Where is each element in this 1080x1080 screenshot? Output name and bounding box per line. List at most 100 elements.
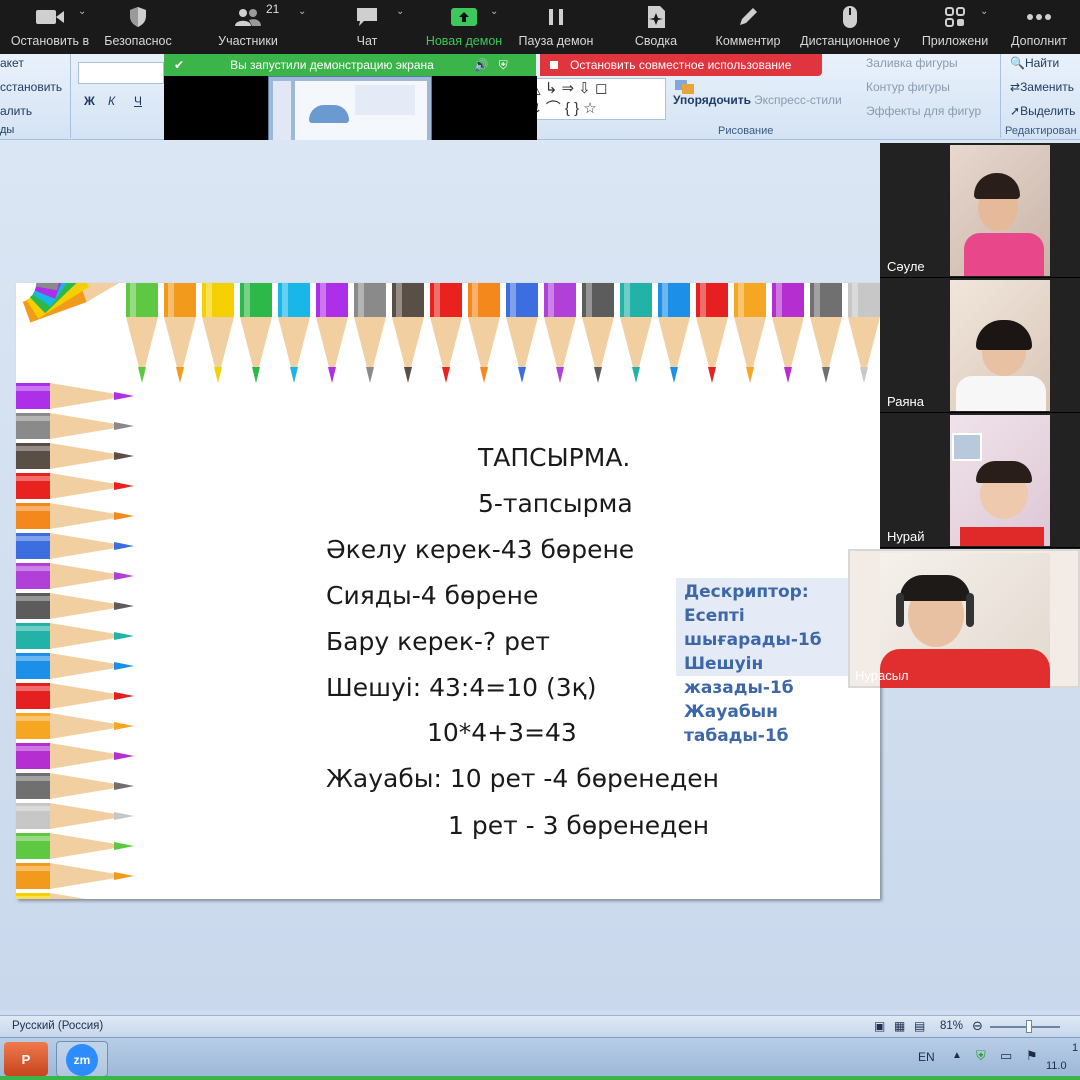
zoom-slider-thumb[interactable] bbox=[1026, 1020, 1032, 1033]
sharing-status-banner: ✔ Вы запустили демонстрацию экрана 🔊 ⛨ bbox=[164, 54, 536, 76]
chevron-down-icon[interactable]: ⌄ bbox=[980, 6, 988, 17]
participant-name: Нурай bbox=[887, 529, 925, 544]
pencil-left-icon bbox=[16, 413, 134, 439]
pencil-left-icon bbox=[16, 443, 134, 469]
summary-button[interactable]: Сводка bbox=[624, 0, 688, 54]
ribbon-reset-item[interactable]: сстановить bbox=[0, 80, 62, 94]
pencil-top-icon bbox=[202, 283, 234, 383]
flag-tray-icon[interactable]: ⚑ bbox=[1026, 1048, 1038, 1064]
participant-tile[interactable]: Нурай bbox=[880, 413, 1080, 548]
camera-icon bbox=[35, 0, 65, 34]
group-divider bbox=[1000, 54, 1001, 138]
zoom-level[interactable]: 81% bbox=[940, 1020, 963, 1032]
chevron-down-icon[interactable]: ⌄ bbox=[78, 6, 86, 17]
pencil-left-icon bbox=[16, 863, 134, 889]
pause-share-button[interactable]: Пауза демон bbox=[512, 0, 600, 54]
clock-date[interactable]: 11.0 bbox=[1046, 1060, 1067, 1072]
speaker-icon[interactable]: 🔊 bbox=[474, 58, 489, 72]
participant-tile-active-speaker[interactable]: Нурасыл bbox=[848, 549, 1080, 688]
participant-video bbox=[950, 145, 1050, 276]
slide-subheading: 5-тапсырма bbox=[478, 489, 633, 518]
underline-button[interactable]: Ч bbox=[134, 94, 142, 108]
shapes-gallery[interactable]: △ ↳ ⇒ ⇩ ◻ ↯ ⌒ { } ☆ bbox=[526, 78, 666, 120]
pencil-top-icon bbox=[658, 283, 690, 383]
zoom-slider[interactable] bbox=[990, 1026, 1060, 1028]
pencil-top-icon bbox=[430, 283, 462, 383]
tray-expand-icon[interactable]: ▲ bbox=[952, 1050, 962, 1061]
more-label: Дополнит bbox=[1011, 34, 1067, 48]
pencil-top-icon bbox=[544, 283, 576, 383]
binoculars-icon: 🔍 bbox=[1010, 56, 1025, 70]
share-border-line bbox=[0, 1076, 1080, 1080]
network-tray-icon[interactable]: ▭ bbox=[1000, 1048, 1012, 1064]
pencil-top-icon bbox=[848, 283, 880, 383]
pencil-left-icon bbox=[16, 803, 134, 829]
screen: Остановить в ⌄ Безопаснос Участники 21 ⌄… bbox=[0, 0, 1080, 1080]
slide-line: Жауабы: 10 рет -4 бөренеден bbox=[326, 764, 719, 793]
thumbnail-slide-list bbox=[273, 81, 291, 147]
zoom-out-icon[interactable]: ⊖ bbox=[972, 1018, 983, 1034]
chevron-down-icon[interactable]: ⌄ bbox=[298, 6, 306, 17]
clock-time[interactable]: 1 bbox=[1072, 1042, 1078, 1054]
stop-share-button[interactable]: Остановить совместное использование bbox=[540, 54, 822, 76]
stop-icon bbox=[550, 61, 558, 69]
participant-name: Нурасыл bbox=[855, 668, 909, 683]
shape-outline-button[interactable]: Контур фигуры bbox=[866, 80, 950, 94]
participants-count: 21 bbox=[266, 2, 280, 16]
pencil-top-icon bbox=[354, 283, 386, 383]
pencil-top-icon bbox=[126, 283, 158, 383]
view-normal-icon[interactable]: ▣ bbox=[874, 1019, 885, 1033]
participant-tile[interactable]: Раяна bbox=[880, 278, 1080, 413]
ribbon-layout-item[interactable]: акет bbox=[0, 56, 24, 70]
bold-button[interactable]: Ж bbox=[84, 94, 95, 108]
italic-button[interactable]: К bbox=[108, 94, 115, 108]
participant-tile[interactable]: Сәуле bbox=[880, 143, 1080, 278]
replace-button[interactable]: ⇄Заменить bbox=[1010, 80, 1074, 94]
headphones-icon bbox=[966, 593, 974, 627]
participant-gallery: Сәуле Раяна Нурай Нурасыл bbox=[848, 143, 1080, 688]
security-tray-icon[interactable]: ⛨ bbox=[976, 1048, 986, 1064]
powerpoint-taskbar-icon[interactable]: P bbox=[4, 1042, 48, 1076]
pencil-left-icon bbox=[16, 623, 134, 649]
shield-icon[interactable]: ⛨ bbox=[499, 58, 508, 73]
annotate-button[interactable]: Комментир bbox=[710, 0, 786, 54]
slide-line: Шешуі: 43:4=10 (3қ) bbox=[326, 673, 597, 702]
shapes-icon: ↯ ⌒ { } ☆ bbox=[529, 100, 597, 117]
descriptor-title: Дескриптор: bbox=[684, 582, 809, 602]
zoom-toolbar: Остановить в ⌄ Безопаснос Участники 21 ⌄… bbox=[0, 0, 1080, 54]
ribbon-delete-item[interactable]: алить bbox=[0, 104, 32, 118]
select-button[interactable]: ➚Выделить bbox=[1010, 104, 1075, 118]
participant-hair bbox=[976, 461, 1032, 483]
pencil-left-icon bbox=[16, 653, 134, 679]
find-button[interactable]: 🔍Найти bbox=[1010, 56, 1059, 70]
remote-control-icon bbox=[842, 0, 858, 34]
chat-button[interactable]: Чат bbox=[340, 0, 394, 54]
pencil-top-icon bbox=[164, 283, 196, 383]
pencil-top-icon bbox=[240, 283, 272, 383]
pencil-left-icon bbox=[16, 893, 86, 899]
arrange-label[interactable]: Упорядочить bbox=[673, 93, 751, 107]
security-button[interactable]: Безопаснос bbox=[100, 0, 176, 54]
participant-hair bbox=[976, 320, 1032, 350]
participants-icon bbox=[233, 0, 263, 34]
zoom-taskbar-button[interactable]: zm bbox=[56, 1041, 108, 1077]
thumbnail-slide bbox=[295, 81, 427, 143]
participant-video bbox=[950, 280, 1050, 411]
language-indicator[interactable]: Русский (Россия) bbox=[12, 1020, 103, 1032]
shape-fill-button[interactable]: Заливка фигуры bbox=[866, 56, 958, 70]
headphones-icon bbox=[896, 593, 904, 627]
shape-effects-button[interactable]: Эффекты для фигур bbox=[866, 104, 981, 118]
more-button[interactable]: Дополнит bbox=[1004, 0, 1074, 54]
input-language[interactable]: EN bbox=[918, 1050, 935, 1064]
annotate-label: Комментир bbox=[715, 34, 781, 48]
chevron-down-icon[interactable]: ⌄ bbox=[490, 6, 498, 17]
font-name-field[interactable] bbox=[78, 62, 164, 84]
quick-styles-label[interactable]: Экспресс-стили bbox=[754, 93, 842, 107]
new-share-label: Новая демон bbox=[425, 34, 503, 48]
pencil-top-icon bbox=[468, 283, 500, 383]
chevron-down-icon[interactable]: ⌄ bbox=[396, 6, 404, 17]
remote-control-button[interactable]: Дистанционное у bbox=[796, 0, 904, 54]
view-sorter-icon[interactable]: ▦ bbox=[894, 1019, 905, 1033]
editing-group-label: Редактирован bbox=[1005, 125, 1077, 137]
view-slideshow-icon[interactable]: ▤ bbox=[914, 1019, 925, 1033]
